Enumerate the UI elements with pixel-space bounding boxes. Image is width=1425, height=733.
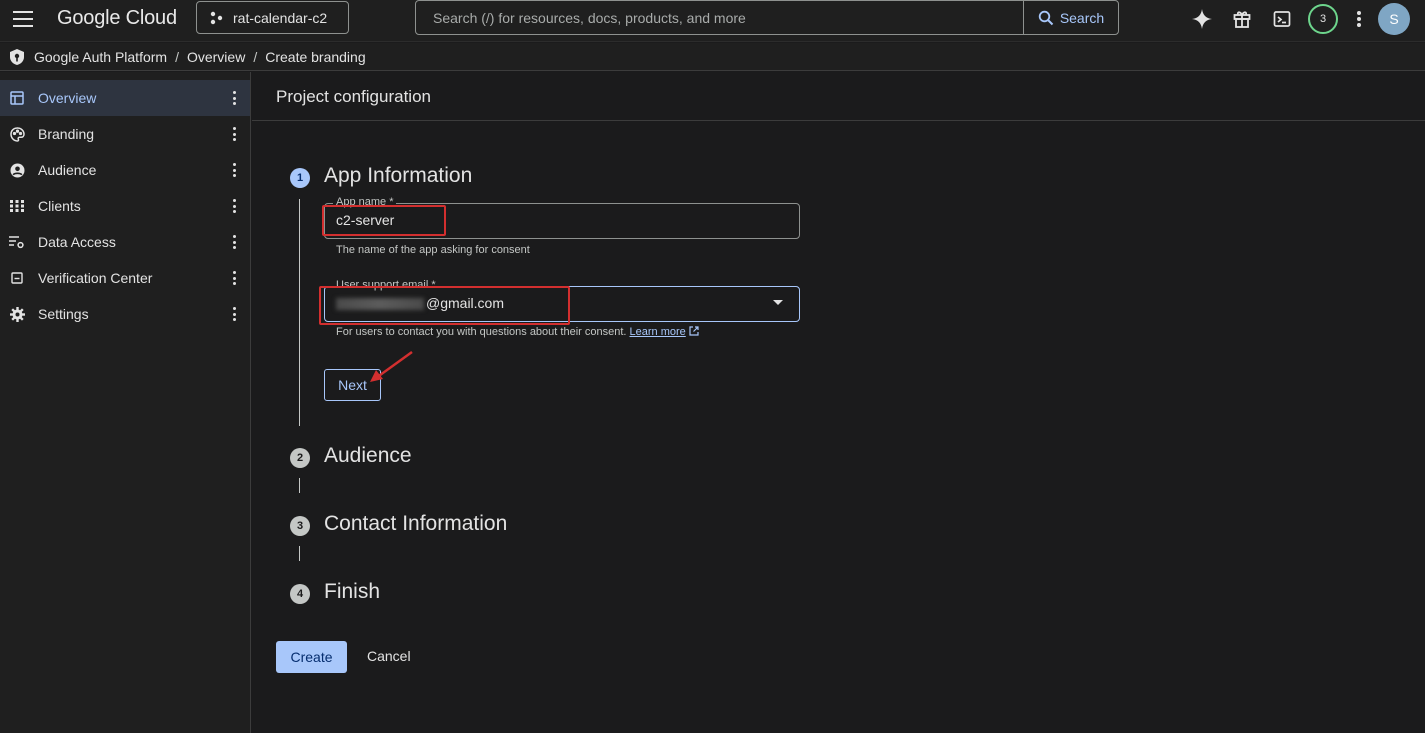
support-email-label: User support email *: [333, 279, 439, 291]
search-input[interactable]: [416, 1, 1023, 34]
step-number-2: 2: [290, 448, 310, 468]
search-bar: Search: [415, 0, 1119, 35]
support-email-hint-text: For users to contact you with questions …: [336, 326, 627, 338]
data-settings-icon: [9, 234, 25, 250]
sidebar-item-label: Audience: [38, 162, 97, 178]
sidebar: Overview Branding Audience Clients Data …: [0, 72, 251, 733]
search-icon: [1038, 10, 1054, 25]
notifications-badge[interactable]: 3: [1308, 4, 1338, 34]
create-button[interactable]: Create: [276, 641, 347, 673]
gear-icon: [9, 306, 25, 322]
project-picker-button[interactable]: rat-calendar-c2: [196, 1, 349, 34]
breadcrumb-separator: /: [175, 48, 179, 65]
main-menu-icon[interactable]: [13, 11, 33, 27]
open-in-new-icon: [689, 326, 699, 336]
more-vert-icon[interactable]: [228, 162, 240, 178]
breadcrumb-separator: /: [253, 48, 258, 65]
more-vert-icon[interactable]: [228, 270, 240, 286]
page-title: Project configuration: [252, 72, 1425, 121]
learn-more-link[interactable]: Learn more: [630, 326, 686, 338]
annotation-arrow: [370, 350, 413, 382]
sidebar-item-label: Branding: [38, 126, 95, 142]
step-connector: [299, 478, 300, 493]
sidebar-item-label: Overview: [38, 90, 97, 106]
breadcrumb-overview[interactable]: Overview: [187, 49, 245, 65]
gift-icon[interactable]: [1228, 5, 1256, 33]
more-vert-icon[interactable]: [1352, 5, 1366, 33]
step-title-audience[interactable]: Audience: [324, 444, 412, 468]
breadcrumb-auth-platform[interactable]: Google Auth Platform: [34, 49, 167, 65]
sidebar-item-verification-center[interactable]: Verification Center: [0, 260, 250, 296]
step-number-3: 3: [290, 516, 310, 536]
step-title-app-information[interactable]: App Information: [324, 164, 472, 188]
sidebar-item-label: Clients: [38, 198, 81, 214]
auth-shield-icon: [10, 48, 24, 65]
breadcrumb-create-branding: Create branding: [265, 48, 366, 65]
redacted-text: [336, 298, 424, 311]
step-connector: [299, 546, 300, 561]
sidebar-item-settings[interactable]: Settings: [0, 296, 250, 332]
chevron-down-icon: [773, 300, 783, 305]
top-icons: 3 S: [1188, 3, 1410, 35]
verified-box-icon: [9, 270, 25, 286]
app-name-field[interactable]: App name * c2-server: [324, 196, 800, 239]
sidebar-item-clients[interactable]: Clients: [0, 188, 250, 224]
gemini-sparkle-icon[interactable]: [1188, 5, 1216, 33]
support-email-hint: For users to contact you with questions …: [336, 326, 699, 338]
step-number-1: 1: [290, 168, 310, 188]
project-name: rat-calendar-c2: [233, 9, 328, 26]
sidebar-item-data-access[interactable]: Data Access: [0, 224, 250, 260]
account-circle-icon: [9, 162, 25, 178]
more-vert-icon[interactable]: [228, 90, 240, 106]
step-number-4: 4: [290, 584, 310, 604]
cloud-shell-icon[interactable]: [1268, 5, 1296, 33]
support-email-value[interactable]: @gmail.com: [336, 295, 504, 311]
support-email-select[interactable]: User support email * @gmail.com: [324, 279, 800, 322]
app-name-hint: The name of the app asking for consent: [336, 244, 530, 256]
more-vert-icon[interactable]: [228, 234, 240, 250]
app-name-label: App name *: [333, 196, 397, 208]
sidebar-item-overview[interactable]: Overview: [0, 80, 250, 116]
more-vert-icon[interactable]: [228, 126, 240, 142]
main-content: Project configuration 1 App Information …: [252, 72, 1425, 733]
avatar[interactable]: S: [1378, 3, 1410, 35]
top-bar: Google Cloud rat-calendar-c2 Search 3 S: [0, 0, 1425, 42]
more-vert-icon[interactable]: [228, 198, 240, 214]
grid-icon: [9, 198, 25, 214]
google-cloud-logo[interactable]: Google Cloud: [57, 7, 177, 30]
project-icon: [210, 11, 223, 24]
sidebar-item-label: Verification Center: [38, 270, 153, 286]
breadcrumb: Google Auth Platform / Overview / Create…: [0, 43, 1425, 71]
cancel-button[interactable]: Cancel: [367, 648, 411, 664]
sidebar-item-label: Data Access: [38, 234, 116, 250]
more-vert-icon[interactable]: [228, 306, 240, 322]
sidebar-item-branding[interactable]: Branding: [0, 116, 250, 152]
search-button[interactable]: Search: [1023, 1, 1118, 34]
sidebar-item-label: Settings: [38, 306, 89, 322]
sidebar-item-audience[interactable]: Audience: [0, 152, 250, 188]
step-connector: [299, 199, 300, 426]
search-button-label: Search: [1059, 9, 1105, 26]
app-name-value[interactable]: c2-server: [336, 212, 394, 228]
step-title-contact-information[interactable]: Contact Information: [324, 512, 507, 536]
step-title-finish[interactable]: Finish: [324, 580, 380, 604]
palette-icon: [9, 126, 25, 142]
support-email-domain: @gmail.com: [426, 295, 505, 311]
dashboard-icon: [9, 90, 25, 106]
